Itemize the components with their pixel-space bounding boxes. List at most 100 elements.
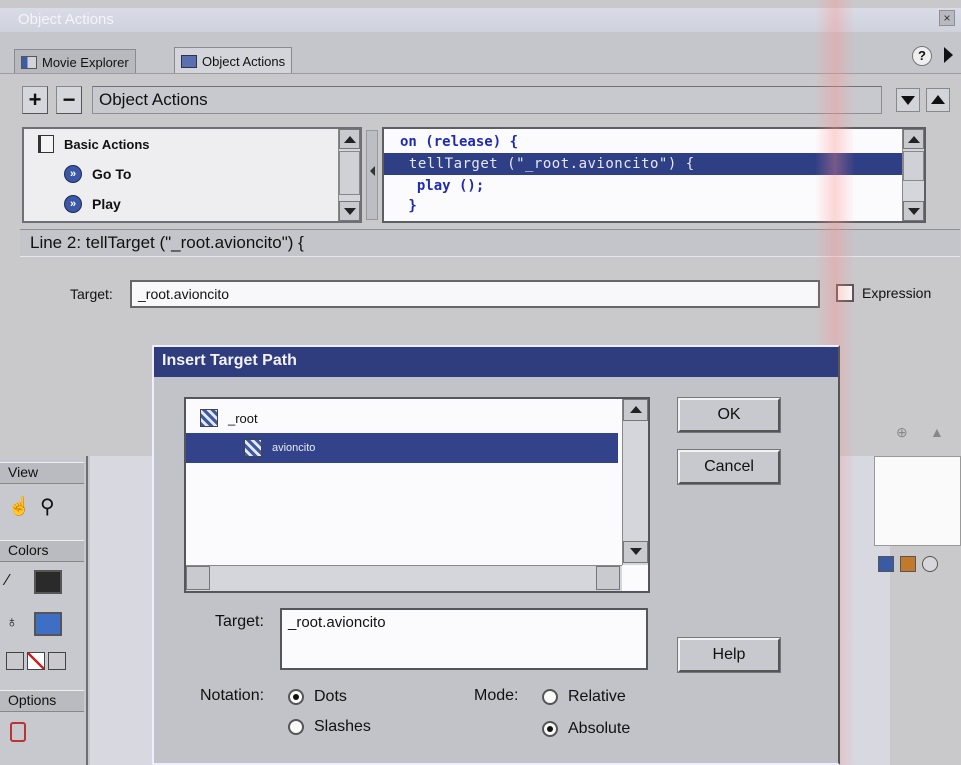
move-up-button[interactable] [926, 88, 950, 112]
dialog-target-label: Target: [215, 613, 264, 630]
panel-menu-arrow-icon[interactable] [944, 47, 953, 63]
notation-dots-radio[interactable] [288, 689, 304, 705]
scroll-down-button[interactable] [623, 541, 648, 563]
stroke-color-swatch[interactable] [34, 570, 62, 594]
scroll-up-button[interactable] [339, 129, 360, 149]
ok-button[interactable]: OK [677, 397, 781, 433]
notation-slashes-option[interactable]: Slashes [288, 718, 371, 736]
panel-title: Object Actions [18, 11, 114, 28]
magnet-icon[interactable] [10, 722, 26, 742]
library-preview [874, 456, 961, 546]
actions-toolbox-list[interactable]: Basic Actions » Go To » Play [22, 127, 362, 223]
radio-label: Absolute [568, 720, 631, 737]
book-icon [38, 135, 54, 153]
scroll-right-button[interactable] [596, 566, 620, 590]
scroll-left-button[interactable] [186, 566, 210, 590]
arrow-up-icon [907, 136, 920, 143]
colors-section-header: Colors [0, 540, 84, 562]
tree-item-label: avioncito [272, 442, 316, 454]
dialog-target-input[interactable]: _root.avioncito [280, 608, 648, 670]
scroll-up-button[interactable] [623, 399, 648, 421]
toolbox-item-play[interactable]: » Play [64, 195, 121, 213]
arrow-down-icon [343, 208, 356, 215]
view-section-header: View [0, 462, 84, 484]
code-line-selected[interactable]: tellTarget ("_root.avioncito") { [384, 153, 924, 175]
remove-action-button[interactable]: − [56, 86, 82, 114]
zoom-tool-icon[interactable]: ⚲ [40, 494, 55, 519]
object-actions-icon [181, 55, 197, 68]
default-colors-icon[interactable] [6, 652, 24, 670]
fill-color-swatch[interactable] [34, 612, 62, 636]
tree-item-avioncito[interactable]: avioncito [186, 433, 618, 463]
add-action-button[interactable]: + [22, 86, 48, 114]
scroll-down-button[interactable] [903, 201, 924, 221]
options-section-header: Options [0, 690, 84, 712]
script-scrollbar[interactable] [902, 129, 924, 221]
script-pane[interactable]: on (release) { tellTarget ("_root.avionc… [382, 127, 926, 223]
mode-absolute-radio[interactable] [542, 721, 558, 737]
tab-strip [0, 32, 961, 74]
scroll-thumb[interactable] [339, 151, 360, 195]
mode-relative-radio[interactable] [542, 689, 558, 705]
close-icon[interactable]: × [939, 10, 955, 26]
pencil-icon: ⁄ [6, 572, 9, 589]
toolbox-scrollbar[interactable] [338, 129, 360, 221]
scroll-down-button[interactable] [339, 201, 360, 221]
target-icon[interactable]: ⊕ [896, 424, 908, 441]
tools-panel: View ☝ ⚲ Colors ⁄ ♁ Options [0, 456, 88, 765]
code-line[interactable]: on (release) { [384, 131, 924, 153]
tree-hscrollbar[interactable] [186, 565, 622, 591]
toolbox-item-label: Basic Actions [64, 136, 150, 152]
tree-vscrollbar[interactable] [622, 399, 648, 565]
panel-title-bar: Object Actions [0, 8, 961, 32]
library-icons [878, 556, 938, 572]
new-symbol-icon[interactable] [878, 556, 894, 572]
arrow-down-icon [907, 208, 920, 215]
expand-arrow-icon[interactable]: ▲ [930, 424, 944, 440]
tree-item-root[interactable]: _root [200, 403, 258, 433]
scroll-up-button[interactable] [903, 129, 924, 149]
action-icon: » [64, 165, 82, 183]
target-tree[interactable]: _root avioncito [184, 397, 650, 593]
current-line-status: Line 2: tellTarget ("_root.avioncito") { [20, 229, 960, 257]
tab-label: Movie Explorer [42, 55, 129, 70]
radio-label: Slashes [314, 718, 371, 735]
expression-checkbox[interactable] [836, 284, 854, 302]
actions-title-field: Object Actions [92, 86, 882, 114]
tree-item-label: _root [228, 410, 258, 426]
cancel-button[interactable]: Cancel [677, 449, 781, 485]
movie-explorer-icon [21, 56, 37, 69]
mode-relative-option[interactable]: Relative [542, 688, 626, 706]
folder-icon[interactable] [900, 556, 916, 572]
action-icon: » [64, 195, 82, 213]
help-button[interactable]: Help [677, 637, 781, 673]
scroll-thumb[interactable] [903, 151, 924, 181]
arrow-down-icon [901, 96, 915, 105]
tab-object-actions[interactable]: Object Actions [174, 47, 293, 73]
no-color-icon[interactable] [27, 652, 45, 670]
notation-dots-option[interactable]: Dots [288, 688, 347, 706]
movie-clip-icon [200, 409, 218, 427]
toolbox-category-basic-actions[interactable]: Basic Actions [38, 135, 150, 153]
radio-label: Dots [314, 688, 347, 705]
bucket-icon: ♁ [6, 614, 18, 631]
target-input[interactable]: _root.avioncito [130, 280, 820, 308]
color-mode-buttons [6, 652, 66, 670]
move-down-button[interactable] [896, 88, 920, 112]
mode-absolute-option[interactable]: Absolute [542, 720, 630, 738]
notation-slashes-radio[interactable] [288, 719, 304, 735]
collapse-arrow-icon[interactable] [370, 166, 375, 176]
mode-label: Mode: [474, 687, 519, 704]
help-icon[interactable]: ? [912, 46, 932, 66]
arrow-up-icon [343, 136, 356, 143]
expression-label: Expression [862, 285, 932, 301]
properties-icon[interactable] [922, 556, 938, 572]
tab-movie-explorer[interactable]: Movie Explorer [14, 49, 136, 73]
code-line[interactable]: } [384, 195, 924, 217]
code-line[interactable]: play (); [384, 175, 924, 197]
arrow-down-icon [629, 548, 642, 555]
swap-colors-icon[interactable] [48, 652, 66, 670]
toolbox-item-go-to[interactable]: » Go To [64, 165, 131, 183]
tab-label: Object Actions [202, 54, 286, 69]
hand-tool-icon[interactable]: ☝ [8, 496, 30, 517]
